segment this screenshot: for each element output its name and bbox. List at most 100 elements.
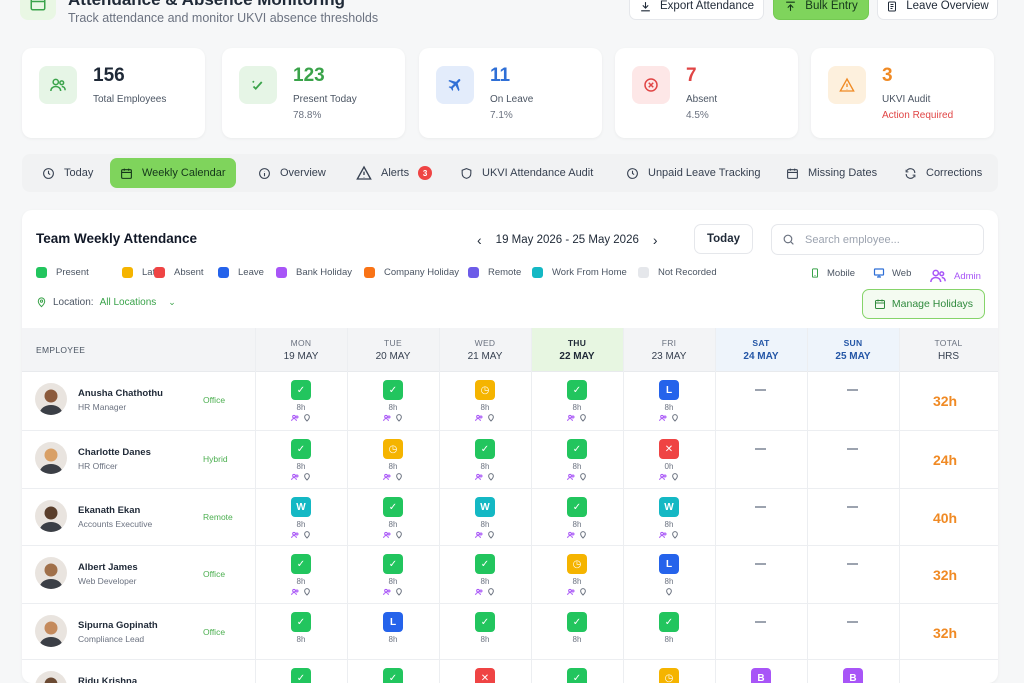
admin-source-icon (567, 588, 575, 596)
day-date: 23 MAY (651, 351, 687, 362)
location-pin-icon (487, 588, 495, 596)
legend-swatch (276, 267, 287, 278)
cell-sources (255, 414, 347, 422)
legend-swatch (532, 267, 543, 278)
status-wfh-icon: W (659, 497, 679, 517)
day-name: MON (290, 338, 312, 348)
tab-weekly-calendar[interactable]: Weekly Calendar (110, 158, 236, 188)
admin-source-icon (567, 531, 575, 539)
table-row[interactable]: Albert James Web Developer Office ✓ 8h ✓ 8h ✓ 8h… (22, 546, 998, 604)
tab-corrections[interactable]: Corrections (894, 158, 992, 188)
cell-hours: 8h (388, 635, 398, 644)
total-hours: 32h (932, 567, 958, 583)
leave-overview-button[interactable]: Leave Overview (877, 0, 998, 20)
table-row[interactable]: Ekanath Ekan Accounts Executive Remote W 8h ✓… (22, 489, 998, 546)
table-row[interactable]: Ridu KrishnaFinance ManagerHybrid✓✓✕✓◷BB… (22, 660, 998, 683)
employee-role: Compliance Lead (78, 634, 145, 644)
day-name: SUN (843, 338, 863, 348)
cell-hours: 8h (572, 577, 582, 586)
table-row[interactable]: Anusha Chathothu HR Manager Office ✓ 8h ✓ 8h ◷ 8… (22, 372, 998, 431)
location-pin-icon (579, 588, 587, 596)
cell-sources (255, 588, 347, 596)
no-entry-dash (755, 563, 766, 565)
no-entry-dash (847, 448, 858, 450)
admin-source-icon (383, 473, 391, 481)
tab-overview[interactable]: Overview (248, 158, 336, 188)
cell-sources (531, 531, 623, 539)
next-week-icon[interactable]: › (653, 232, 658, 248)
employee-role: HR Manager (78, 402, 127, 412)
employee-column-header: EMPLOYEE (36, 345, 86, 355)
legend-swatch (638, 267, 649, 278)
upload-icon (786, 1, 796, 11)
legend-item: Not Recorded (638, 267, 717, 278)
cell-hours: 8h (296, 462, 306, 471)
tab-bar: Today Weekly Calendar Overview Alerts 3 UKVI … (22, 154, 998, 192)
status-late-icon: ◷ (567, 554, 587, 574)
cell-sources (255, 473, 347, 481)
admin-source-icon (567, 473, 575, 481)
week-range: 19 May 2026 - 25 May 2026 (495, 234, 639, 246)
tab-unpaid-leave-tracking[interactable]: Unpaid Leave Tracking (616, 158, 771, 188)
status-present-icon: ✓ (291, 439, 311, 459)
legend-item: Remote (468, 267, 521, 278)
no-entry-dash (755, 621, 766, 623)
legend-label: Present (56, 267, 89, 278)
tab-label: Corrections (926, 167, 983, 179)
tab-ukvi-attendance-audit[interactable]: UKVI Attendance Audit (450, 158, 603, 188)
tab-today[interactable]: Today (32, 158, 103, 188)
status-present-icon: ✓ (383, 668, 403, 683)
legend-item: Present (36, 267, 89, 278)
status-present-icon: ✓ (567, 612, 587, 632)
tab-label: Unpaid Leave Tracking (648, 167, 761, 179)
admin-source-icon (475, 588, 483, 596)
page-title: Attendance & Absence Monitoring (68, 0, 345, 10)
tab-missing-dates[interactable]: Missing Dates (776, 158, 887, 188)
day-name: FRI (661, 338, 677, 348)
status-present-icon: ✓ (567, 380, 587, 400)
total-header: TOTAL HRS (899, 328, 998, 372)
admin-source-icon (383, 531, 391, 539)
total-hours: 32h (932, 393, 958, 409)
cell-hours: 8h (388, 520, 398, 529)
avatar (35, 615, 67, 647)
calendar-icon (120, 167, 133, 180)
prev-week-icon[interactable]: ‹ (477, 232, 482, 248)
table-row[interactable]: Sipurna Gopinath Compliance Lead Office ✓ 8h… (22, 604, 998, 660)
search-input[interactable] (805, 233, 975, 246)
status-present-icon: ✓ (383, 554, 403, 574)
day-header: THU 22 MAY (531, 328, 623, 372)
location-filter[interactable]: Location: All Locations ⌄ (36, 297, 176, 308)
tab-alerts[interactable]: Alerts 3 (346, 158, 442, 188)
location-pin-icon (665, 588, 673, 596)
today-button[interactable]: Today (694, 224, 753, 254)
status-present-icon: ✓ (291, 554, 311, 574)
legend-label: Not Recorded (658, 267, 717, 278)
day-date: 19 MAY (283, 351, 319, 362)
day-header: TUE 20 MAY (347, 328, 439, 372)
stat-value: 7 (686, 65, 697, 86)
calendar-icon (20, 0, 56, 20)
location-pin-icon (579, 473, 587, 481)
admin-source-icon (291, 588, 299, 596)
status-present-icon: ✓ (567, 668, 587, 683)
day-date: 24 MAY (743, 351, 779, 362)
legend-swatch (154, 267, 165, 278)
total-header-line1: TOTAL (934, 338, 963, 348)
source-mobile: Mobile (810, 267, 855, 279)
source-label: Mobile (827, 267, 855, 279)
calendar-icon (786, 167, 799, 180)
location-pin-icon (395, 473, 403, 481)
export-attendance-button[interactable]: Export Attendance (629, 0, 764, 20)
status-late-icon: ◷ (383, 439, 403, 459)
bulk-entry-button[interactable]: Bulk Entry (773, 0, 869, 20)
table-row[interactable]: Charlotte Danes HR Officer Hybrid ✓ 8h ◷ 8h ✓ 8h… (22, 431, 998, 489)
employee-name: Charlotte Danes (78, 447, 151, 458)
cell-sources (531, 588, 623, 596)
shield-icon (460, 167, 473, 180)
export-label: Export Attendance (660, 0, 754, 12)
cell-sources (439, 588, 531, 596)
cell-hours: 8h (388, 403, 398, 412)
tab-label: Today (64, 167, 94, 179)
manage-holidays-button[interactable]: Manage Holidays (862, 289, 985, 319)
